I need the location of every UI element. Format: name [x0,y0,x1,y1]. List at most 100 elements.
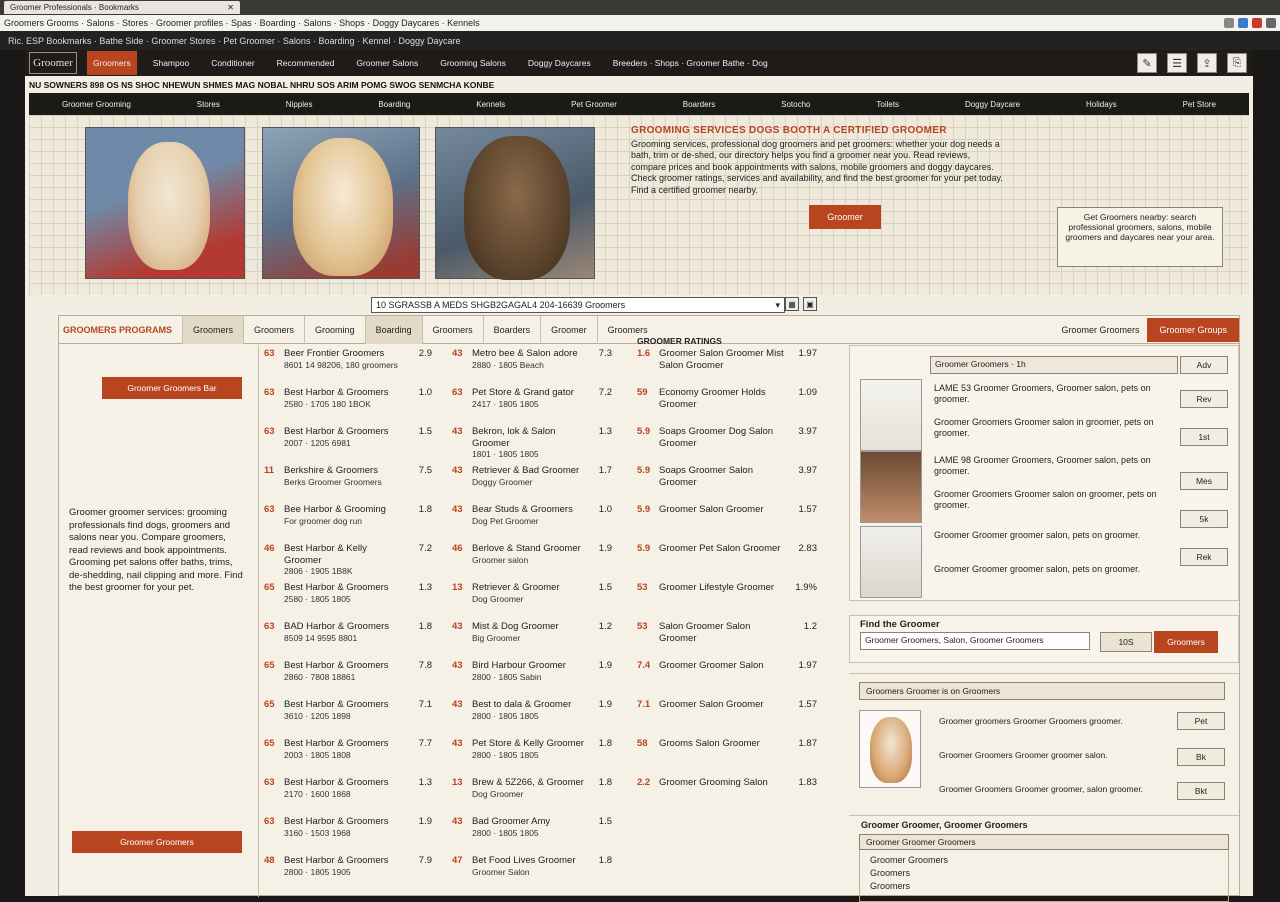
table-row[interactable]: 5.9 Groomer Salon Groomer 1.57 [637,504,817,543]
table-row[interactable]: 43 Retriever & Bad Groomer Doggy Groomer 1.… [452,465,612,504]
table-row[interactable]: 65 Best Harbor & Groomers 3610 · 1205 1898… [264,699,432,738]
close-icon[interactable]: ✕ [227,3,234,12]
save-icon[interactable]: ⎘ [1227,53,1247,73]
tab-7[interactable]: Groomer [540,315,597,344]
table-row[interactable]: 53 Groomer Lifestyle Groomer 1.9% [637,582,817,621]
table-row[interactable]: 48 Best Harbor & Groomers 2800 · 1805 1905… [264,855,432,894]
nav-item-breeders[interactable]: Breeders · Shops · Groomer Bathe · Dog [607,51,774,75]
nav-item-groomer-salons[interactable]: Groomer Salons [350,51,424,75]
bookmarks-bar[interactable]: Ric. ESP Bookmarks · Bathe Side · Groome… [0,31,1280,50]
ad-button[interactable]: Pet [1177,712,1225,730]
featured-thumbnail[interactable] [860,451,922,523]
featured-button[interactable]: 1st [1180,428,1228,446]
category-item[interactable]: Doggy Daycare [965,100,1020,109]
featured-button[interactable]: Rek [1180,548,1228,566]
tab-6[interactable]: Boarders [482,315,541,344]
tab-3[interactable]: Grooming [304,315,365,344]
table-row[interactable]: 63 Pet Store & Grand gator 2417 · 1805 180… [452,387,612,426]
table-row[interactable]: 58 Grooms Salon Groomer 1.87 [637,738,817,777]
address-bar[interactable]: Groomers Grooms · Salons · Stores · Groo… [0,15,1280,31]
featured-row[interactable]: LAME 98 Groomer Groomers, Groomer salon,… [860,451,1230,526]
category-item[interactable]: Nipples [286,100,313,109]
table-row[interactable]: 1.6 Groomer Salon Groomer Mist Salon Groo… [637,348,817,387]
list-icon[interactable]: ☰ [1167,53,1187,73]
table-row[interactable]: 65 Best Harbor & Groomers 2860 · 7808 1886… [264,660,432,699]
table-row[interactable]: 43 Mist & Dog Groomer Big Groomer 1.2 [452,621,612,660]
table-row[interactable]: 46 Berlove & Stand Groomer Groomer salon 1.… [452,543,612,582]
featured-row[interactable]: Groomer Groomer groomer salon, pets on g… [860,526,1230,601]
table-row[interactable]: 47 Bet Food Lives Groomer Groomer Salon 1.8 [452,855,612,894]
table-row[interactable]: 46 Best Harbor & Kelly Groomer 2806 · 1905… [264,543,432,582]
ad-button[interactable]: Bk [1177,748,1225,766]
site-logo[interactable]: Groomer [29,52,77,74]
category-item[interactable]: Toilets [876,100,899,109]
table-row[interactable]: 63 Best Harbor & Groomers 3160 · 1503 1968… [264,816,432,855]
table-row[interactable]: 63 Bee Harbor & Grooming For groomer dog r… [264,504,432,543]
table-row[interactable]: 53 Salon Groomer Salon Groomer 1.2 [637,621,817,660]
featured-button[interactable]: Mes [1180,472,1228,490]
browser-tab[interactable]: Groomer Professionals · Bookmarks ✕ [4,1,240,14]
table-row[interactable]: 11 Berkshire & Groomers Berks Groomer Groo… [264,465,432,504]
find-secondary-button[interactable]: 10S [1100,632,1152,652]
featured-thumbnail[interactable] [860,379,922,451]
table-row[interactable]: 2.2 Groomer Grooming Salon 1.83 [637,777,817,816]
extension-icon[interactable] [1238,18,1248,28]
featured-thumbnail[interactable] [860,526,922,598]
tab-4[interactable]: Boarding [364,315,422,344]
table-row[interactable]: 7.1 Groomer Salon Groomer 1.57 [637,699,817,738]
category-item[interactable]: Holidays [1086,100,1117,109]
share-icon[interactable]: ⇪ [1197,53,1217,73]
adv-button[interactable]: Adv [1180,356,1228,374]
table-row[interactable]: 63 Best Harbor & Groomers 2580 · 1705 180 … [264,387,432,426]
chevron-down-icon[interactable]: ▾ [775,300,780,310]
grid-icon[interactable]: ▣ [803,297,817,311]
nav-item-daycares[interactable]: Doggy Daycares [522,51,597,75]
list-item[interactable]: Groomer Groomers [870,854,1218,867]
panel-right-button[interactable]: Groomer Groups [1147,317,1239,342]
alert-icon[interactable] [1252,18,1262,28]
nav-item-conditioner[interactable]: Conditioner [205,51,260,75]
list-item[interactable]: Groomers [870,867,1218,880]
dog-photo-3[interactable] [435,127,595,280]
find-input[interactable]: Groomer Groomers, Salon, Groomer Groomer… [860,632,1090,650]
nav-item-groomers[interactable]: Groomers [87,51,137,75]
featured-button[interactable]: 5k [1180,510,1228,528]
table-row[interactable]: 43 Best to dala & Groomer 2800 · 1805 1805… [452,699,612,738]
find-primary-button[interactable]: Groomers [1154,631,1218,653]
table-row[interactable]: 63 Best Harbor & Groomers 2170 · 1600 1868… [264,777,432,816]
table-row[interactable]: 5.9 Soaps Groomer Salon Groomer 3.97 [637,465,817,504]
table-row[interactable]: 65 Best Harbor & Groomers 2003 · 1805 1808… [264,738,432,777]
table-row[interactable]: 43 Bekron, lok & Salon Groomer 1801 · 1805… [452,426,612,465]
menu-icon[interactable] [1266,18,1276,28]
featured-button[interactable]: Rev [1180,390,1228,408]
table-row[interactable]: 65 Best Harbor & Groomers 2580 · 1805 1805… [264,582,432,621]
table-row[interactable]: 59 Economy Groomer Holds Groomer 1.09 [637,387,817,426]
featured-field[interactable]: Groomer Groomers · 1h [930,356,1178,374]
table-row[interactable]: 63 Beer Frontier Groomers 8601 14 98206, 1… [264,348,432,387]
category-item[interactable]: Sotocho [781,100,810,109]
category-item[interactable]: Groomer Grooming [62,100,131,109]
search-input[interactable]: 10 SGRASSB A MEDS SHGB2GAGAL4 204-16639 … [371,297,785,313]
table-row[interactable]: 43 Bear Studs & Groomers Dog Pet Groomer 1.… [452,504,612,543]
list-item[interactable]: Groomers [870,880,1218,893]
category-item[interactable]: Boarders [683,100,715,109]
table-row[interactable]: 43 Metro bee & Salon adore 2880 · 1805 Bea… [452,348,612,387]
table-row[interactable]: 5.9 Groomer Pet Salon Groomer 2.83 [637,543,817,582]
featured-row[interactable]: LAME 53 Groomer Groomers, Groomer salon,… [860,379,1230,454]
dog-photo-2[interactable] [262,127,420,279]
left-bottom-button[interactable]: Groomer Groomers [72,831,242,853]
category-item[interactable]: Kennels [476,100,505,109]
hero-button[interactable]: Groomer [809,205,881,229]
table-row[interactable]: 7.4 Groomer Groomer Salon 1.97 [637,660,817,699]
table-row[interactable]: 5.9 Soaps Groomer Dog Salon Groomer 3.97 [637,426,817,465]
edit-icon[interactable]: ✎ [1137,53,1157,73]
ad-thumbnail[interactable] [859,710,921,788]
table-row[interactable]: 43 Pet Store & Kelly Groomer 2800 · 1805 1… [452,738,612,777]
left-top-button[interactable]: Groomer Groomers Bar [102,377,242,399]
dog-photo-1[interactable] [85,127,245,279]
table-row[interactable]: 63 BAD Harbor & Groomers 8509 14 9595 8801… [264,621,432,660]
category-item[interactable]: Stores [197,100,220,109]
nav-item-recommended[interactable]: Recommended [271,51,341,75]
tab-2[interactable]: Groomers [243,315,304,344]
category-item[interactable]: Pet Store [1183,100,1216,109]
